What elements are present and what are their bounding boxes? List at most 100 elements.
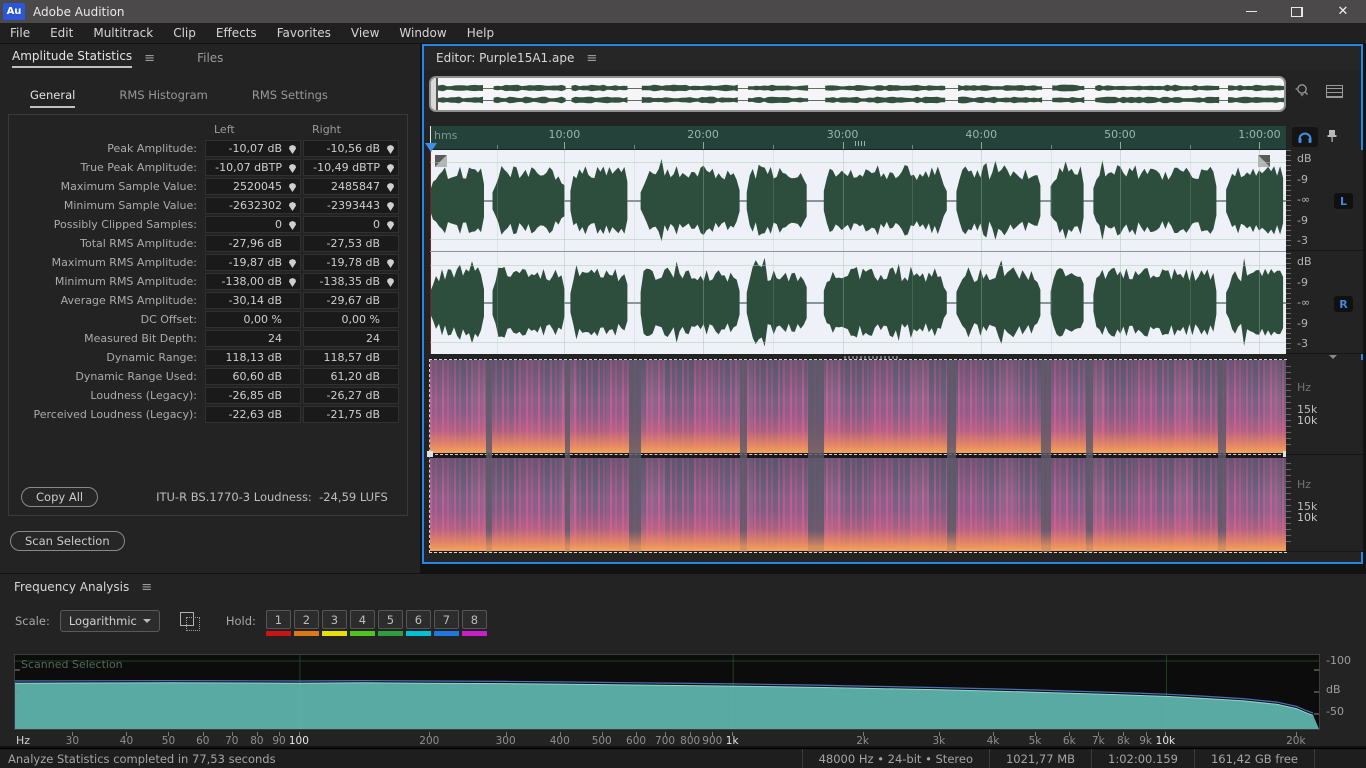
marker-pin-icon[interactable] bbox=[387, 221, 394, 230]
stat-value-left: -10,07 dBTP bbox=[205, 159, 301, 176]
x-tick-label: 40 bbox=[120, 735, 133, 747]
menu-item[interactable]: File bbox=[0, 26, 40, 40]
tab-files[interactable]: Files bbox=[197, 51, 223, 65]
marker-pin-icon[interactable] bbox=[289, 221, 296, 230]
spectral-silence-gap bbox=[565, 360, 570, 552]
spectral-silence-gap bbox=[808, 360, 823, 552]
selection-handle-icon[interactable] bbox=[435, 155, 447, 167]
collapse-arrow-icon[interactable] bbox=[1329, 355, 1337, 359]
amplitude-scale: dB-9-∞-9-3 L dB-9-∞-9-3 R bbox=[1286, 150, 1363, 354]
marker-pin-icon[interactable] bbox=[387, 202, 394, 211]
copy-graph-icon[interactable] bbox=[180, 612, 200, 630]
stat-value-right: -19,78 dB bbox=[303, 254, 399, 271]
scan-selection-button[interactable]: Scan Selection bbox=[10, 531, 125, 551]
panel-title[interactable]: Frequency Analysis bbox=[14, 580, 129, 594]
panel-menu-icon[interactable]: ≡ bbox=[586, 51, 597, 66]
y-tick-label: -50 bbox=[1326, 705, 1344, 718]
marker-pin-icon[interactable] bbox=[289, 183, 296, 192]
hold-button[interactable]: 3 bbox=[322, 610, 347, 629]
selection-handle-icon[interactable] bbox=[427, 451, 433, 457]
stats-subtab[interactable]: RMS Settings bbox=[252, 88, 328, 108]
frequency-analysis-header: Frequency Analysis ≡ bbox=[0, 574, 1366, 600]
menu-item[interactable]: Multitrack bbox=[83, 26, 163, 40]
frequency-plot[interactable]: Scanned Selection bbox=[14, 654, 1320, 730]
y-tick-label: dB bbox=[1326, 683, 1341, 696]
stat-value-left: -138,00 dB bbox=[205, 273, 301, 290]
stat-label: Dynamic Range: bbox=[13, 349, 203, 366]
marker-pin-icon[interactable] bbox=[289, 259, 296, 268]
menu-item[interactable]: View bbox=[341, 26, 389, 40]
marker-pin-icon[interactable] bbox=[387, 164, 394, 173]
menu-item[interactable]: Favorites bbox=[267, 26, 341, 40]
minimize-button[interactable] bbox=[1228, 0, 1274, 23]
ruler-tick-label: 30:00 bbox=[827, 128, 859, 141]
channel-badge-right[interactable]: R bbox=[1334, 296, 1353, 312]
spectral-display[interactable] bbox=[430, 360, 1286, 552]
hz-tick-label: 10k bbox=[1297, 415, 1317, 426]
scale-select[interactable]: Logarithmic bbox=[60, 610, 160, 632]
stat-value-right: -27,53 dB bbox=[303, 235, 399, 252]
spectral-silence-gap bbox=[1086, 360, 1094, 552]
x-tick-label: 5k bbox=[1029, 735, 1042, 747]
hold-button[interactable]: 6 bbox=[406, 610, 431, 629]
splitter-grip[interactable] bbox=[844, 356, 900, 359]
x-tick-label: 200 bbox=[419, 735, 439, 747]
stat-value-left: -26,85 dB bbox=[205, 387, 301, 404]
menu-item[interactable]: Effects bbox=[206, 26, 267, 40]
scale-ticks bbox=[1286, 150, 1291, 250]
stats-subtab[interactable]: General bbox=[30, 88, 75, 108]
stat-value-left: 60,60 dB bbox=[205, 368, 301, 385]
marker-pin-icon[interactable] bbox=[289, 202, 296, 211]
x-tick-label: 300 bbox=[496, 735, 516, 747]
panel-menu-icon[interactable]: ≡ bbox=[144, 51, 155, 66]
monitor-headphone-icon[interactable] bbox=[1292, 127, 1318, 147]
editor-title[interactable]: Editor: Purple15A1.ape bbox=[436, 51, 574, 65]
restore-button[interactable] bbox=[1274, 0, 1320, 23]
hold-button[interactable]: 7 bbox=[434, 610, 459, 629]
panel-list-icon[interactable] bbox=[1326, 85, 1343, 98]
clip-group-marker bbox=[855, 141, 866, 146]
marker-pin-icon[interactable] bbox=[289, 278, 296, 287]
stat-value-right: 61,20 dB bbox=[303, 368, 399, 385]
hold-color-swatch bbox=[378, 631, 403, 636]
close-button[interactable]: ✕ bbox=[1320, 0, 1366, 23]
hold-button[interactable]: 2 bbox=[294, 610, 319, 629]
zoom-navigate-icon[interactable] bbox=[1293, 82, 1312, 101]
overview-handle[interactable] bbox=[431, 78, 438, 110]
panel-menu-icon[interactable]: ≡ bbox=[141, 580, 152, 595]
marker-pin-icon[interactable] bbox=[387, 183, 394, 192]
menu-item[interactable]: Clip bbox=[163, 26, 206, 40]
marker-pin-icon[interactable] bbox=[289, 145, 296, 154]
scanned-selection-label: Scanned Selection bbox=[21, 658, 123, 671]
timeline-ruler[interactable]: hms 10:0020:0030:0040:0050:001:00:00 bbox=[430, 126, 1286, 150]
marker-pin-icon[interactable] bbox=[387, 145, 394, 154]
copy-all-button[interactable]: Copy All bbox=[21, 487, 98, 507]
hold-button[interactable]: 5 bbox=[378, 610, 403, 629]
db-tick-label: -9 bbox=[1297, 277, 1312, 288]
marker-pin-icon[interactable] bbox=[289, 164, 296, 173]
overview-navigator[interactable] bbox=[429, 76, 1286, 112]
menu-item[interactable]: Window bbox=[389, 26, 456, 40]
hold-button[interactable]: 8 bbox=[462, 610, 487, 629]
x-tick-label: 20k bbox=[1286, 735, 1305, 747]
x-tick-label: 70 bbox=[225, 735, 238, 747]
hold-button[interactable]: 4 bbox=[350, 610, 375, 629]
menu-item[interactable]: Edit bbox=[40, 26, 83, 40]
stats-subtab[interactable]: RMS Histogram bbox=[119, 88, 208, 108]
stat-value-right: -2393443 bbox=[303, 197, 399, 214]
menu-item[interactable]: Help bbox=[457, 26, 504, 40]
spectral-silence-gap bbox=[740, 360, 747, 552]
channel-badge-left[interactable]: L bbox=[1334, 193, 1353, 209]
pin-ruler-icon[interactable] bbox=[1326, 129, 1338, 146]
tab-amplitude-statistics[interactable]: Amplitude Statistics bbox=[12, 49, 132, 68]
playhead-marker[interactable] bbox=[425, 143, 437, 152]
marker-pin-icon[interactable] bbox=[387, 278, 394, 287]
marker-pin-icon[interactable] bbox=[387, 259, 394, 268]
stat-label: Loudness (Legacy): bbox=[13, 387, 203, 404]
x-tick-label: 6k bbox=[1063, 735, 1076, 747]
stat-label: Average RMS Amplitude: bbox=[13, 292, 203, 309]
frequency-analysis-panel: Frequency Analysis ≡ Scale: Logarithmic … bbox=[0, 574, 1366, 746]
hold-button[interactable]: 1 bbox=[266, 610, 291, 629]
stat-value-left: -2632302 bbox=[205, 197, 301, 214]
waveform-display[interactable] bbox=[430, 150, 1286, 354]
